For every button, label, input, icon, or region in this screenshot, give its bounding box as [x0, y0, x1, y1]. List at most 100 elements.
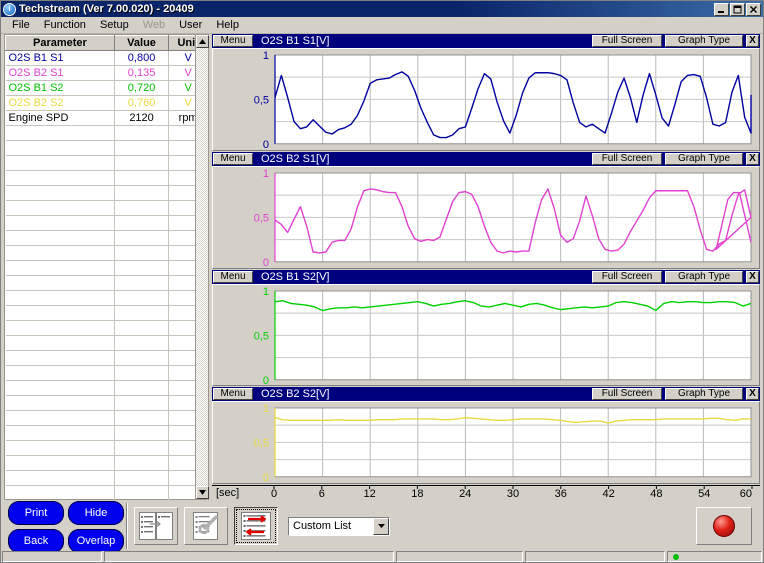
record-button[interactable] — [696, 507, 752, 545]
table-row[interactable] — [5, 275, 208, 291]
table-row[interactable] — [5, 350, 208, 366]
graph-menu-button[interactable]: Menu — [213, 35, 253, 47]
table-row[interactable] — [5, 470, 208, 486]
minimize-icon[interactable] — [714, 2, 729, 16]
table-row[interactable] — [5, 440, 208, 456]
menu-setup[interactable]: Setup — [93, 18, 136, 32]
back-button[interactable]: Back — [8, 529, 64, 553]
table-row[interactable] — [5, 215, 208, 231]
graph-close-button[interactable]: X — [746, 35, 759, 47]
menu-file[interactable]: File — [5, 18, 37, 32]
column-header-value[interactable]: Value — [113, 35, 170, 51]
split-list-icon[interactable] — [134, 507, 178, 545]
graph-plot-area[interactable]: 1 0,5 0 — [212, 283, 760, 387]
table-row[interactable] — [5, 140, 208, 156]
table-row[interactable] — [5, 170, 208, 186]
graph-full-screen-button[interactable]: Full Screen — [592, 388, 662, 401]
plot-3: 1 0,5 0 — [213, 402, 759, 483]
graph-header: Menu O2S B2 S1[V] Full Screen Graph Type… — [212, 151, 760, 166]
table-row[interactable]: O2S B2 S1 0,135 V — [5, 65, 208, 81]
graph-panel-o2s-b2-s2: Menu O2S B2 S2[V] Full Screen Graph Type… — [212, 387, 760, 500]
chevron-down-icon[interactable] — [373, 517, 389, 535]
bottom-toolbar: Print Hide Back Overlap Custom List — [2, 500, 762, 553]
graph-full-screen-button[interactable]: Full Screen — [592, 152, 662, 165]
graph-full-screen-button[interactable]: Full Screen — [592, 35, 662, 47]
scroll-down-icon[interactable] — [196, 486, 209, 499]
hide-button[interactable]: Hide — [68, 501, 124, 525]
table-row[interactable] — [5, 320, 208, 336]
graph-type-button[interactable]: Graph Type — [665, 35, 743, 47]
svg-text:0,5: 0,5 — [254, 438, 269, 450]
scroll-up-icon[interactable] — [196, 35, 209, 48]
close-icon[interactable] — [746, 2, 761, 16]
list-transfer-icon[interactable] — [234, 507, 278, 545]
menu-user[interactable]: User — [172, 18, 209, 32]
parameter-table-body: O2S B1 S1 0,800 V O2S B2 S1 0,135 V O2S B1 S2 0… — [5, 50, 208, 516]
print-button[interactable]: Print — [8, 501, 64, 525]
row-value: 0,760 — [114, 95, 170, 111]
svg-text:18: 18 — [411, 488, 423, 500]
graph-plot-area[interactable]: 1 0,5 0 — [212, 48, 760, 151]
table-row[interactable]: O2S B2 S2 0,760 V — [5, 95, 208, 111]
row-value: 2120 — [114, 110, 170, 126]
row-parameter: O2S B1 S2 — [5, 80, 115, 96]
custom-list-selector[interactable]: Custom List — [288, 516, 390, 536]
svg-text:1: 1 — [263, 403, 269, 415]
graph-type-button[interactable]: Graph Type — [665, 152, 743, 165]
table-row[interactable] — [5, 335, 208, 351]
graph-type-button[interactable]: Graph Type — [665, 270, 743, 283]
table-row[interactable] — [5, 485, 208, 501]
table-row[interactable] — [5, 200, 208, 216]
column-header-parameter[interactable]: Parameter — [5, 35, 115, 51]
parameter-scrollbar[interactable] — [195, 35, 209, 499]
graph-plot-area[interactable]: 1 0,5 0 — [212, 401, 760, 484]
maximize-icon[interactable] — [730, 2, 745, 16]
svg-text:54: 54 — [698, 488, 710, 500]
graph-close-button[interactable]: X — [746, 270, 759, 283]
graph-menu-button[interactable]: Menu — [213, 152, 253, 165]
status-cell-5 — [667, 551, 762, 562]
x-axis: [sec] 0 6 12 18 24 30 36 42 48 54 60 — [212, 484, 760, 500]
list-settings-icon[interactable] — [184, 507, 228, 545]
graph-full-screen-button[interactable]: Full Screen — [592, 270, 662, 283]
graph-title: O2S B2 S2[V] — [261, 388, 330, 401]
window-title: Techstream (Ver 7.00.020) - 20409 — [19, 3, 194, 15]
table-row[interactable]: O2S B1 S1 0,800 V — [5, 50, 208, 66]
graph-menu-button[interactable]: Menu — [213, 270, 253, 283]
row-parameter: O2S B1 S1 — [5, 50, 115, 66]
table-row[interactable] — [5, 305, 208, 321]
table-row[interactable] — [5, 125, 208, 141]
table-row[interactable] — [5, 185, 208, 201]
row-parameter: O2S B2 S2 — [5, 95, 115, 111]
graph-close-button[interactable]: X — [746, 388, 759, 401]
table-row[interactable] — [5, 230, 208, 246]
graph-close-button[interactable]: X — [746, 152, 759, 165]
graph-type-button[interactable]: Graph Type — [665, 388, 743, 401]
svg-text:0,5: 0,5 — [254, 212, 269, 224]
table-row[interactable] — [5, 455, 208, 471]
app-icon: i — [3, 2, 16, 16]
svg-text:0: 0 — [263, 139, 269, 150]
graph-panel-o2s-b1-s2: Menu O2S B1 S2[V] Full Screen Graph Type… — [212, 269, 760, 387]
graph-menu-button[interactable]: Menu — [213, 388, 253, 401]
table-row[interactable]: Engine SPD 2120 rpm — [5, 110, 208, 126]
overlap-button[interactable]: Overlap — [68, 529, 124, 553]
table-row[interactable] — [5, 245, 208, 261]
table-row[interactable] — [5, 380, 208, 396]
svg-text:42: 42 — [602, 488, 614, 500]
menu-help[interactable]: Help — [209, 18, 246, 32]
graph-plot-area[interactable]: 1 0,5 0 — [212, 165, 760, 269]
table-row[interactable] — [5, 410, 208, 426]
table-row[interactable] — [5, 395, 208, 411]
status-bar — [2, 551, 762, 562]
table-row[interactable] — [5, 155, 208, 171]
table-row[interactable] — [5, 425, 208, 441]
menu-function[interactable]: Function — [37, 18, 93, 32]
scrollbar-track[interactable] — [196, 48, 208, 486]
table-row[interactable] — [5, 365, 208, 381]
plot-1: 1 0,5 0 — [213, 167, 759, 268]
status-cell-4 — [525, 551, 665, 562]
table-row[interactable]: O2S B1 S2 0,720 V — [5, 80, 208, 96]
table-row[interactable] — [5, 290, 208, 306]
table-row[interactable] — [5, 260, 208, 276]
